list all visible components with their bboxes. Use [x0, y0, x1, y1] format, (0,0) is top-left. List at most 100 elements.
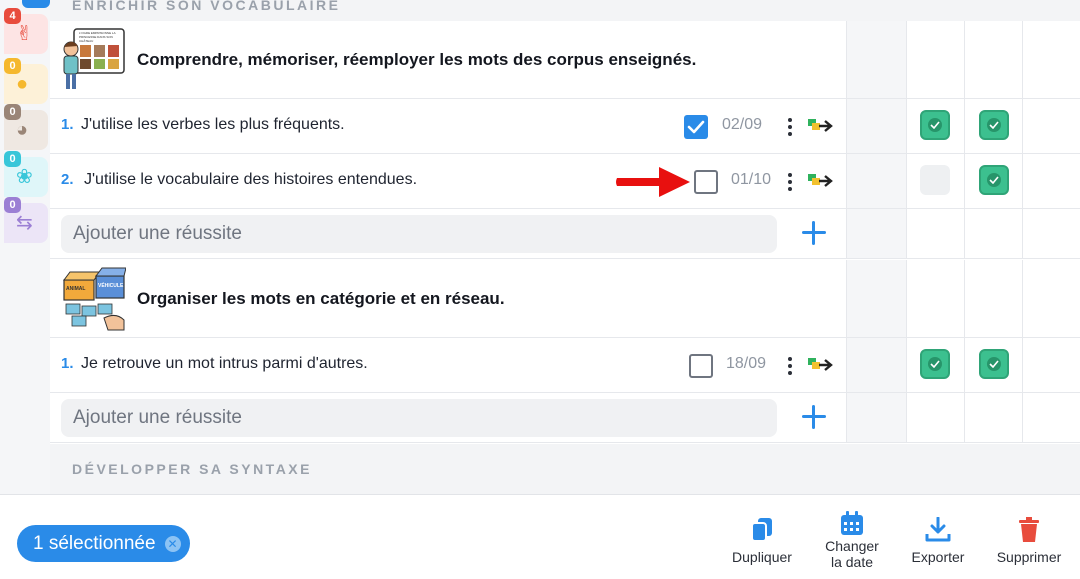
category-count-badge: 0	[4, 151, 21, 167]
grid-column	[846, 21, 906, 98]
skill-date[interactable]: 02/09	[722, 116, 762, 134]
grid-column	[906, 209, 964, 258]
validated-icon[interactable]	[920, 349, 950, 379]
grid-cell[interactable]	[1022, 99, 1080, 153]
more-options-icon[interactable]	[787, 173, 793, 193]
rail-category-2[interactable]: ● 0	[4, 58, 48, 104]
grid-column	[846, 338, 906, 392]
rail-category-4[interactable]: ❀ 0	[4, 151, 48, 197]
delete-button[interactable]: Supprimer	[990, 517, 1068, 565]
category-count-badge: 4	[4, 8, 21, 24]
skill-row[interactable]: 2. J'utilise le vocabulaire des histoire…	[50, 154, 1080, 209]
plus-icon[interactable]	[802, 221, 826, 245]
more-options-icon[interactable]	[787, 357, 793, 377]
grid-column	[964, 21, 1022, 98]
child-reading-board-illustration: L'OGRE EMPRISONNE LA PRINCESSE DANS SON …	[60, 27, 126, 93]
grid-column	[846, 99, 906, 153]
skill-checkbox[interactable]	[689, 354, 713, 378]
grid-cell[interactable]	[906, 338, 964, 392]
grid-cell[interactable]	[964, 99, 1022, 153]
change-date-label: Changer la date	[825, 538, 879, 570]
goal-title: Comprendre, mémoriser, réemployer les mo…	[137, 50, 697, 69]
selection-count-label: 1 sélectionnée	[33, 533, 156, 554]
grid-cell[interactable]	[906, 154, 964, 208]
grid-column	[1022, 260, 1080, 337]
grid-cell[interactable]	[964, 338, 1022, 392]
category-count-badge: 0	[4, 104, 21, 120]
grid-cell[interactable]	[1022, 338, 1080, 392]
selection-pill[interactable]: 1 sélectionnée ✕	[17, 525, 190, 562]
skill-text: J'utilise les verbes les plus fréquents.	[81, 116, 345, 133]
paw-icon: ❀	[16, 166, 33, 188]
grid-column	[1022, 209, 1080, 258]
skill-number: 2.	[61, 171, 74, 188]
trash-icon	[1019, 517, 1039, 542]
rail-category-3[interactable]: ◕ 0	[4, 104, 48, 150]
evaluation-grid	[846, 21, 1080, 98]
evaluation-grid	[846, 99, 1080, 153]
export-label: Exporter	[911, 549, 965, 565]
grid-column	[1022, 393, 1080, 442]
category-count-badge: 0	[4, 58, 21, 74]
calendar-icon	[841, 511, 863, 535]
section-header: DÉVELOPPER SA SYNTAXE	[50, 444, 1080, 494]
skill-row[interactable]: 1. Je retrouve un mot intrus parmi d'aut…	[50, 338, 1080, 393]
grid-cell[interactable]	[906, 99, 964, 153]
illustration-board-text: L'OGRE EMPRISONNE LA PRINCESSE DANS SON …	[79, 31, 116, 43]
validated-icon[interactable]	[920, 110, 950, 140]
grid-column	[906, 21, 964, 98]
duplicate-button[interactable]: Dupliquer	[728, 517, 796, 565]
grid-column	[906, 393, 964, 442]
evaluation-grid	[846, 260, 1080, 337]
ball-icon: ●	[16, 73, 29, 95]
palette-icon: ◕	[16, 119, 29, 141]
grid-column	[846, 260, 906, 337]
skill-number: 1.	[61, 116, 74, 133]
share-arrow-icon[interactable]	[807, 356, 835, 374]
skill-checkbox[interactable]	[684, 115, 708, 139]
pointer-arrow-icon	[616, 167, 690, 197]
validated-icon[interactable]	[979, 349, 1009, 379]
skill-text: J'utilise le vocabulaire des histoires e…	[84, 171, 418, 188]
skill-date[interactable]: 01/10	[731, 171, 771, 189]
evaluation-grid	[846, 338, 1080, 392]
export-button[interactable]: Exporter	[906, 517, 970, 565]
rail-category-5[interactable]: ⇆ 0	[4, 197, 48, 243]
category-rail: ✌ 4 ● 0 ◕ 0 ❀ 0 ⇆ 0	[0, 0, 50, 494]
goal-title: Organiser les mots en catégorie et en ré…	[137, 289, 505, 308]
rail-category-1[interactable]: ✌ 4	[4, 8, 48, 54]
duplicate-label: Dupliquer	[732, 549, 792, 565]
skill-checkbox[interactable]	[694, 170, 718, 194]
skill-row[interactable]: 1. J'utilise les verbes les plus fréquen…	[50, 99, 1080, 154]
skill-text: Je retrouve un mot intrus parmi d'autres…	[81, 355, 368, 372]
share-arrow-icon[interactable]	[807, 172, 835, 190]
category-count-badge: 0	[4, 197, 21, 213]
more-options-icon[interactable]	[787, 118, 793, 138]
skill-date[interactable]: 18/09	[726, 355, 766, 373]
skill-number: 1.	[61, 355, 74, 372]
plus-icon[interactable]	[802, 405, 826, 429]
add-skill-input[interactable]	[61, 399, 777, 437]
clear-selection-icon[interactable]: ✕	[164, 536, 181, 552]
goal-header: ANIMAL VÉHICULE Organiser les mots en ca…	[50, 260, 1080, 338]
validated-icon[interactable]	[979, 110, 1009, 140]
evaluation-grid	[846, 154, 1080, 208]
validated-icon[interactable]	[979, 165, 1009, 195]
grid-column	[964, 260, 1022, 337]
grid-column	[906, 260, 964, 337]
change-date-button[interactable]: Changer la date	[816, 511, 888, 570]
not-validated-box[interactable]	[920, 165, 950, 195]
grid-cell[interactable]	[964, 154, 1022, 208]
check-icon	[687, 120, 705, 134]
grid-cell[interactable]	[1022, 154, 1080, 208]
grid-column	[964, 393, 1022, 442]
add-skill-row	[50, 393, 1080, 443]
download-icon	[925, 517, 951, 542]
evaluation-grid	[846, 209, 1080, 258]
sorting-boxes-illustration: ANIMAL VÉHICULE	[60, 266, 127, 332]
illustration-box-label: ANIMAL	[66, 286, 86, 292]
illustration-box-label: VÉHICULE	[98, 283, 124, 289]
rail-active-indicator	[22, 0, 50, 8]
share-arrow-icon[interactable]	[807, 117, 835, 135]
add-skill-input[interactable]	[61, 215, 777, 253]
